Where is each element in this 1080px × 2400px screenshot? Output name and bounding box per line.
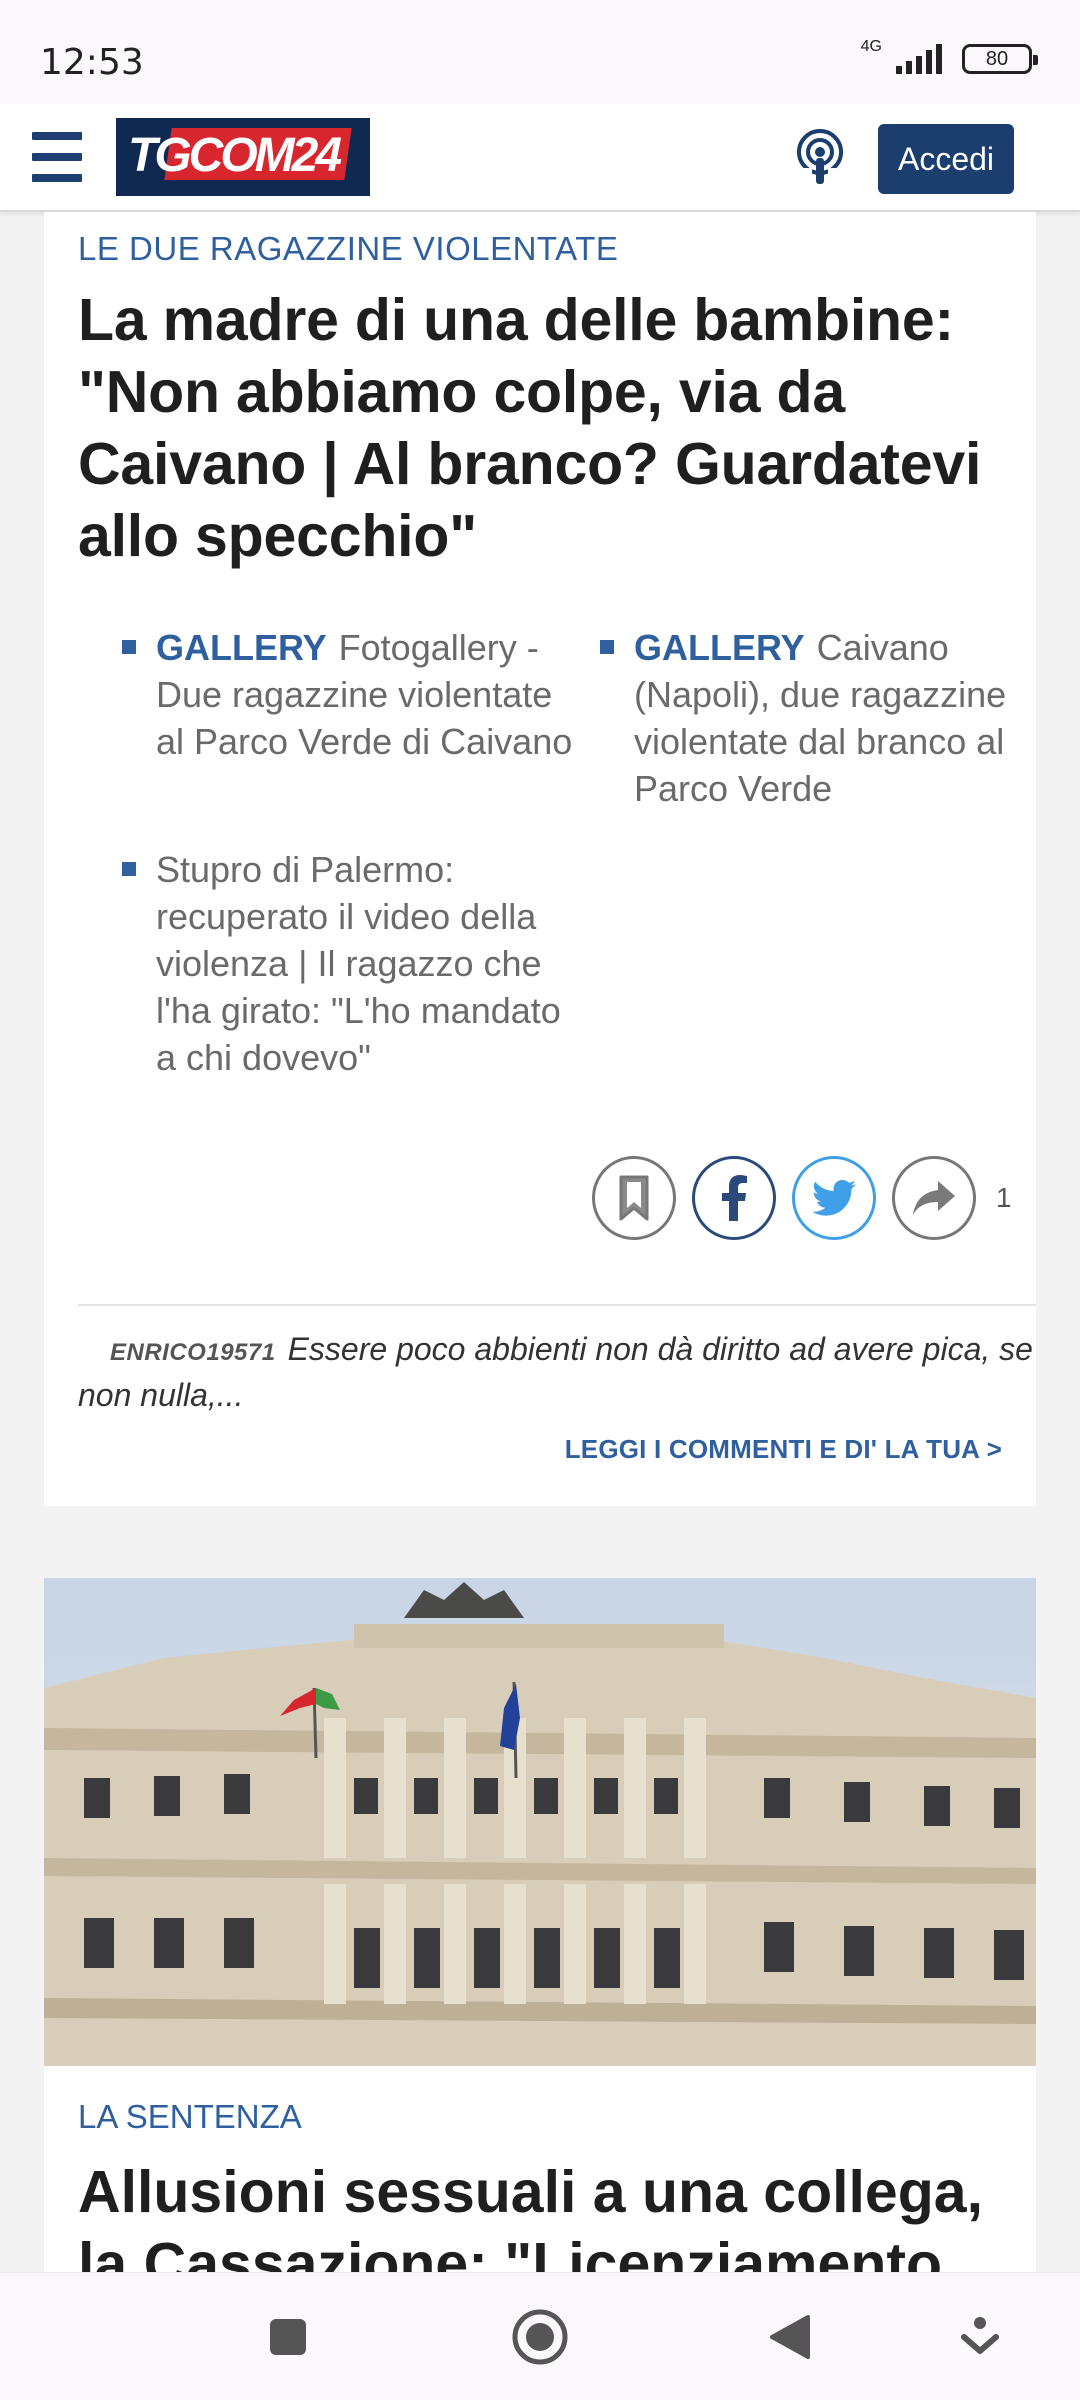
article-card: LE DUE RAGAZZINE VIOLENTATE La madre di … (44, 212, 1036, 1506)
back-button[interactable] (758, 2305, 822, 2369)
related-tag: GALLERY (634, 627, 805, 668)
bullet-icon (122, 640, 136, 654)
hide-nav-button[interactable] (948, 2305, 1012, 2369)
twitter-share-button[interactable] (792, 1156, 876, 1240)
article-card: LA SENTENZA Allusioni sessuali a una col… (44, 1578, 1036, 2278)
facebook-icon (722, 1175, 747, 1221)
related-link[interactable]: GALLERY Caivano (Napoli), due ragazzine v… (600, 624, 1054, 812)
building-photo (44, 1578, 1036, 2066)
related-link[interactable]: GALLERY Fotogallery - Due ragazzine viole… (122, 624, 576, 765)
home-button[interactable] (508, 2305, 572, 2369)
comment-author: ENRICO19571 (110, 1339, 276, 1366)
square-icon (270, 2319, 306, 2355)
login-button[interactable]: Accedi (878, 124, 1014, 194)
share-count: 1 (996, 1182, 1012, 1213)
article-headline[interactable]: La madre di una delle bambine: "Non abbi… (78, 284, 1018, 572)
bullet-icon (122, 862, 136, 876)
twitter-icon (812, 1180, 856, 1216)
facebook-share-button[interactable] (692, 1156, 776, 1240)
related-text: Stupro di Palermo: recuperato il video d… (156, 849, 561, 1078)
share-button[interactable] (892, 1156, 976, 1240)
recent-apps-button[interactable] (256, 2305, 320, 2369)
share-arrow-icon (913, 1181, 955, 1215)
battery-icon: 80 (962, 44, 1038, 74)
status-bar: 12:53 4G 80 (0, 0, 1080, 104)
back-triangle-icon (770, 2315, 810, 2359)
article-kicker[interactable]: LE DUE RAGAZZINE VIOLENTATE (78, 230, 618, 268)
bullet-icon (600, 640, 614, 654)
home-circle-icon (512, 2309, 568, 2365)
system-nav-bar (0, 2272, 1080, 2400)
divider (78, 1304, 1036, 1306)
network-type: 4G (860, 38, 882, 55)
logo-text: TGCOM24 (128, 129, 342, 182)
podcast-icon[interactable] (792, 128, 848, 186)
chevron-down-icon (961, 2317, 999, 2354)
related-tag: GALLERY (156, 627, 327, 668)
bookmark-icon (619, 1175, 649, 1221)
signal-icon (896, 44, 942, 74)
article-photo[interactable] (44, 1578, 1036, 2066)
bookmark-button[interactable] (592, 1156, 676, 1240)
battery-level: 80 (985, 47, 1009, 70)
site-logo[interactable]: TGCOM24 (116, 118, 370, 196)
site-header: TGCOM24 Accedi (0, 104, 1080, 212)
article-headline[interactable]: Allusioni sessuali a una collega, la Cas… (78, 2156, 1018, 2278)
read-comments-link[interactable]: LEGGI I COMMENTI E DI' LA TUA > (565, 1434, 1002, 1465)
menu-icon[interactable] (32, 132, 82, 182)
status-time: 12:53 (40, 42, 144, 83)
app-screen: 12:53 4G 80 TGCOM24 Accedi LE DUE RAGAZZ… (0, 0, 1080, 2400)
status-icons: 4G 80 (861, 38, 1038, 74)
comment-preview[interactable]: ENRICO19571 Essere poco abbienti non dà d… (78, 1328, 1036, 1416)
share-bar: 1 (592, 1156, 1012, 1240)
related-link[interactable]: Stupro di Palermo: recuperato il video d… (122, 846, 576, 1081)
article-kicker[interactable]: LA SENTENZA (78, 2098, 302, 2136)
